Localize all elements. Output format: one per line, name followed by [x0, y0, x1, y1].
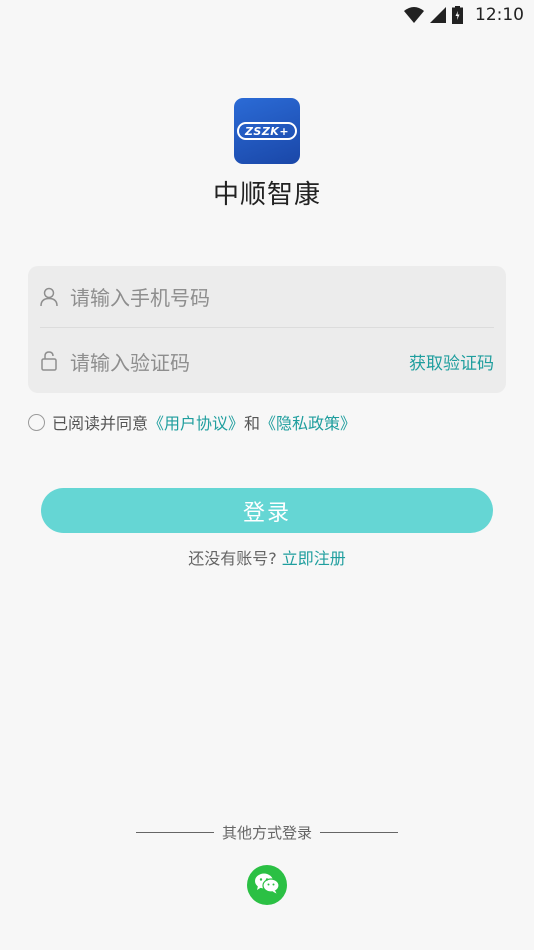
signal-icon	[430, 7, 446, 23]
app-name: 中顺智康	[212, 180, 321, 210]
phone-field[interactable]: 请输入手机号码	[40, 266, 494, 328]
logo-text: ZSZK+	[237, 122, 297, 140]
register-prompt: 还没有账号?	[188, 549, 277, 568]
lock-icon	[40, 351, 58, 371]
wifi-icon	[404, 7, 424, 23]
user-agreement-link[interactable]: 《用户协议》	[148, 410, 244, 434]
divider-line-right	[320, 831, 398, 834]
register-link[interactable]: 立即注册	[282, 549, 346, 568]
login-button[interactable]: 登录	[41, 488, 493, 533]
agreement-checkbox[interactable]	[28, 413, 45, 431]
other-login-divider: 其他方式登录	[0, 822, 534, 843]
code-field[interactable]: 请输入验证码 获取验证码	[40, 330, 494, 392]
battery-icon	[452, 6, 463, 24]
register-row: 还没有账号? 立即注册	[0, 545, 534, 569]
status-time: 12:10	[475, 5, 524, 25]
agreement-text: 已阅读并同意	[52, 414, 149, 433]
agreement-and: 和	[244, 414, 261, 433]
user-icon	[40, 287, 58, 307]
get-code-button[interactable]: 获取验证码	[409, 349, 494, 374]
app-logo: ZSZK+	[234, 98, 300, 164]
code-input[interactable]: 请输入验证码	[70, 347, 409, 376]
status-bar: 12:10	[0, 0, 534, 30]
other-login-label: 其他方式登录	[221, 824, 312, 842]
divider-line-left	[135, 831, 214, 834]
privacy-policy-link[interactable]: 《隐私政策》	[260, 410, 356, 434]
agreement-row: 已阅读并同意 《用户协议》 和 《隐私政策》	[28, 410, 356, 434]
wechat-icon	[254, 872, 280, 898]
phone-input[interactable]: 请输入手机号码	[70, 282, 494, 311]
wechat-login-button[interactable]	[247, 865, 287, 905]
login-form: 请输入手机号码 请输入验证码 获取验证码	[28, 266, 506, 393]
